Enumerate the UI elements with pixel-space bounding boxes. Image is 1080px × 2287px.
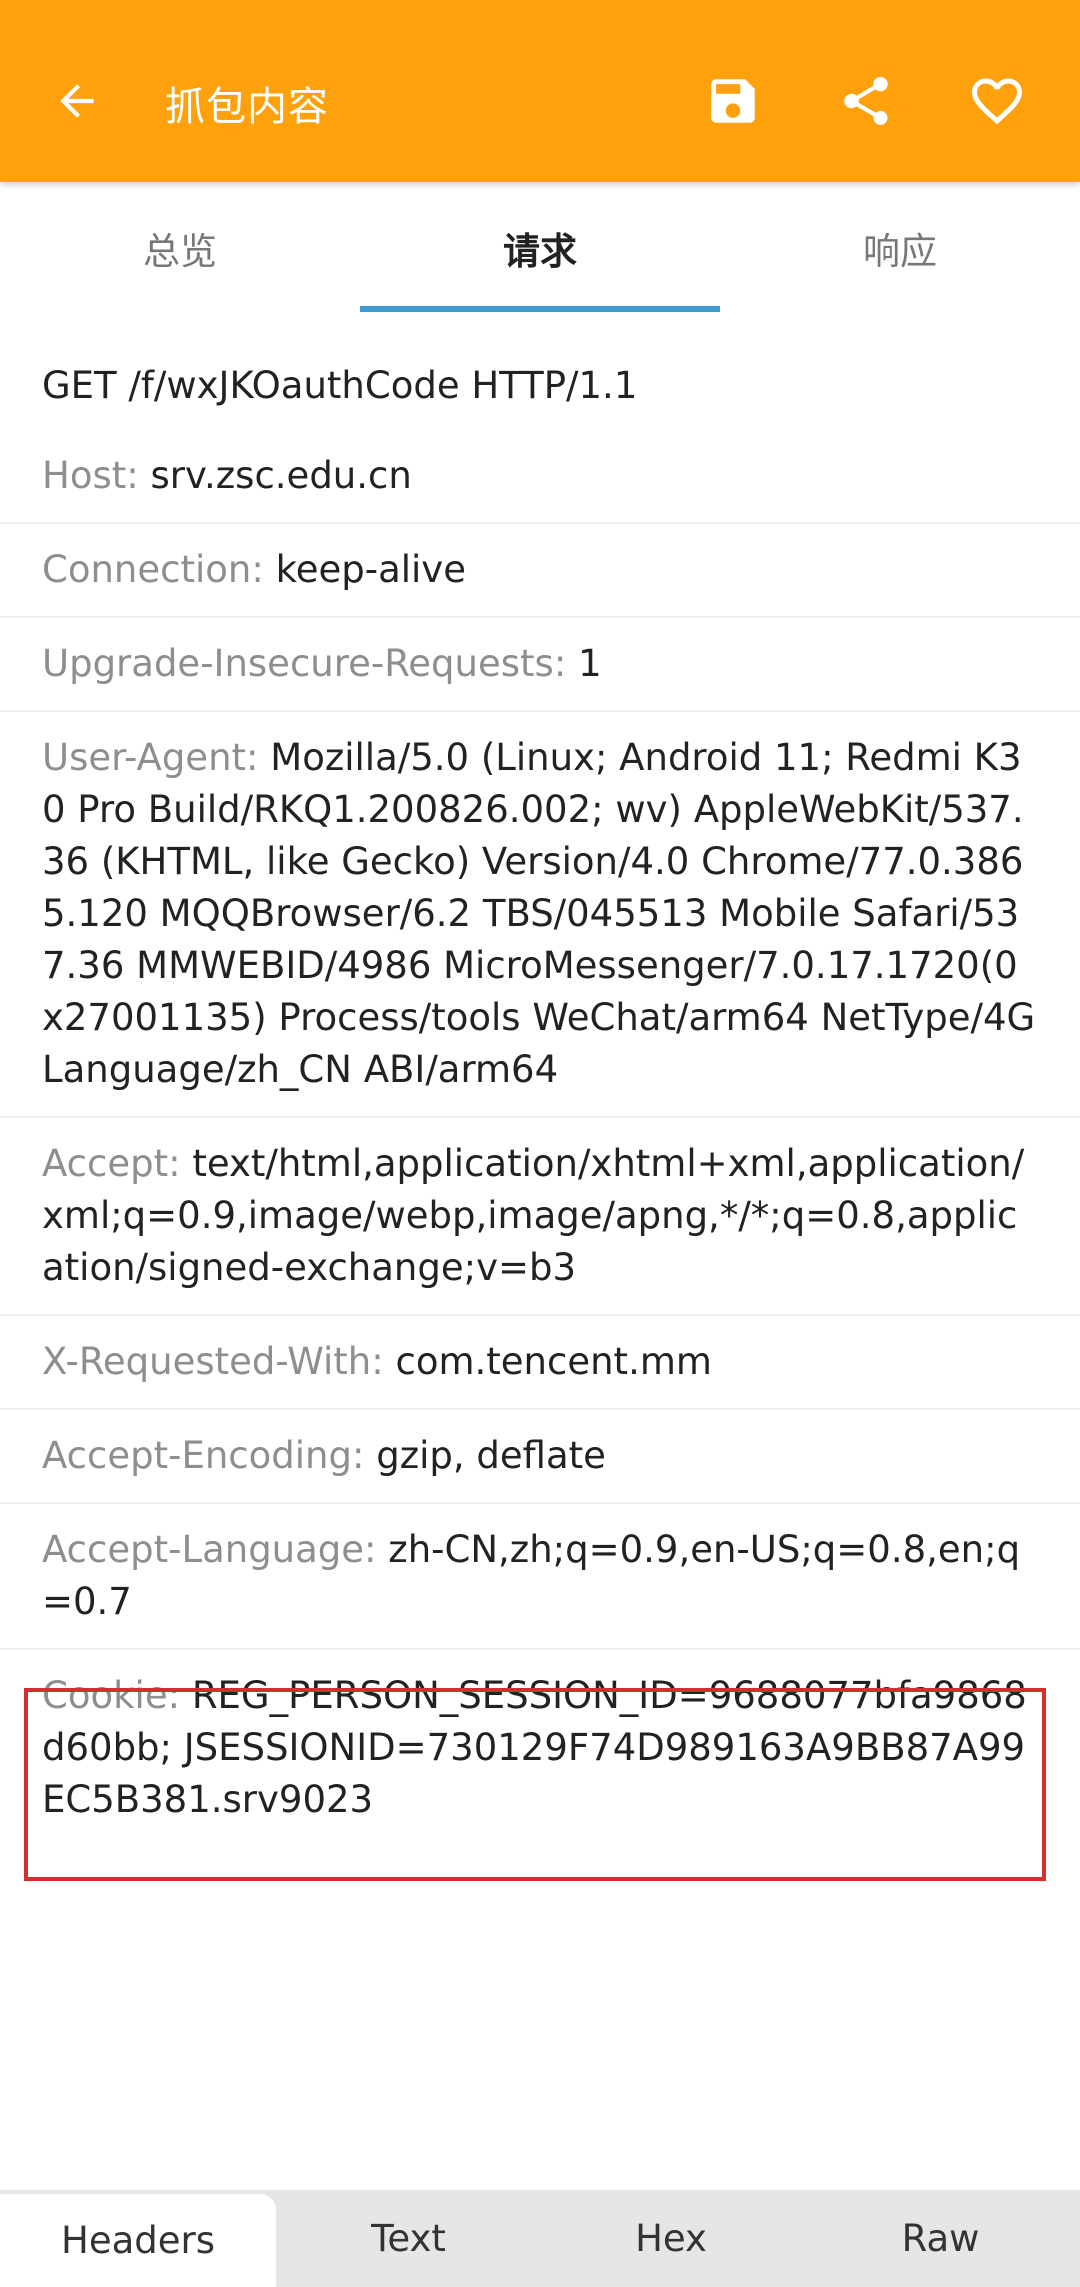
share-button[interactable] xyxy=(831,66,901,136)
header-value: Mozilla/5.0 (Linux; Android 11; Redmi K3… xyxy=(42,736,1036,1091)
header-row-cookie: Cookie: REG_PERSON_SESSION_ID=9688077bfa… xyxy=(0,1650,1080,1846)
header-key: X-Requested-With: xyxy=(42,1340,396,1383)
header-key: Upgrade-Insecure-Requests: xyxy=(42,642,579,685)
tab-response[interactable]: 响应 xyxy=(720,182,1080,314)
header-row-user-agent: User-Agent: Mozilla/5.0 (Linux; Android … xyxy=(0,712,1080,1118)
header-key: Accept-Encoding: xyxy=(42,1434,377,1477)
save-icon xyxy=(711,79,755,123)
header-value: keep-alive xyxy=(275,548,466,591)
header-key: Cookie: xyxy=(42,1674,192,1717)
request-headers-list: GET /f/wxJKOauthCode HTTP/1.1 Host: srv.… xyxy=(0,324,1080,1846)
back-button[interactable] xyxy=(42,66,112,136)
header-value: srv.zsc.edu.cn xyxy=(150,454,412,497)
app-bar: 抓包内容 xyxy=(0,0,1080,182)
save-button[interactable] xyxy=(698,66,768,136)
header-row-connection: Connection: keep-alive xyxy=(0,524,1080,618)
tab-bar: 总览 请求 响应 xyxy=(0,182,1080,314)
favorite-button[interactable] xyxy=(962,66,1032,136)
header-key: Connection: xyxy=(42,548,276,591)
arrow-back-icon xyxy=(60,84,94,118)
bottom-tab-bar: Headers Text Hex Raw xyxy=(0,2190,1080,2287)
tab-headers[interactable]: Headers xyxy=(0,2194,276,2287)
tab-overview[interactable]: 总览 xyxy=(0,182,360,314)
header-row-host: Host: srv.zsc.edu.cn xyxy=(0,430,1080,524)
share-icon xyxy=(844,76,888,125)
page-title: 抓包内容 xyxy=(165,84,329,130)
header-key: Accept: xyxy=(42,1142,193,1185)
header-row-accept: Accept: text/html,application/xhtml+xml,… xyxy=(0,1118,1080,1316)
header-key: User-Agent: xyxy=(42,736,271,779)
tab-text[interactable]: Text xyxy=(276,2190,541,2287)
heart-icon xyxy=(972,78,1022,125)
header-row-upgrade-insecure-requests: Upgrade-Insecure-Requests: 1 xyxy=(0,618,1080,712)
tab-indicator xyxy=(360,306,720,312)
header-value: 1 xyxy=(578,642,602,685)
header-key: Host: xyxy=(42,454,151,497)
tab-request[interactable]: 请求 xyxy=(360,182,720,314)
header-row-accept-language: Accept-Language: zh-CN,zh;q=0.9,en-US;q=… xyxy=(0,1504,1080,1650)
header-key: Accept-Language: xyxy=(42,1528,389,1571)
header-value: com.tencent.mm xyxy=(395,1340,712,1383)
header-row-accept-encoding: Accept-Encoding: gzip, deflate xyxy=(0,1410,1080,1504)
header-value: gzip, deflate xyxy=(376,1434,606,1477)
tab-hex[interactable]: Hex xyxy=(541,2190,801,2287)
request-line: GET /f/wxJKOauthCode HTTP/1.1 xyxy=(42,364,638,407)
header-row-x-requested-with: X-Requested-With: com.tencent.mm xyxy=(0,1316,1080,1410)
tab-raw[interactable]: Raw xyxy=(801,2190,1080,2287)
